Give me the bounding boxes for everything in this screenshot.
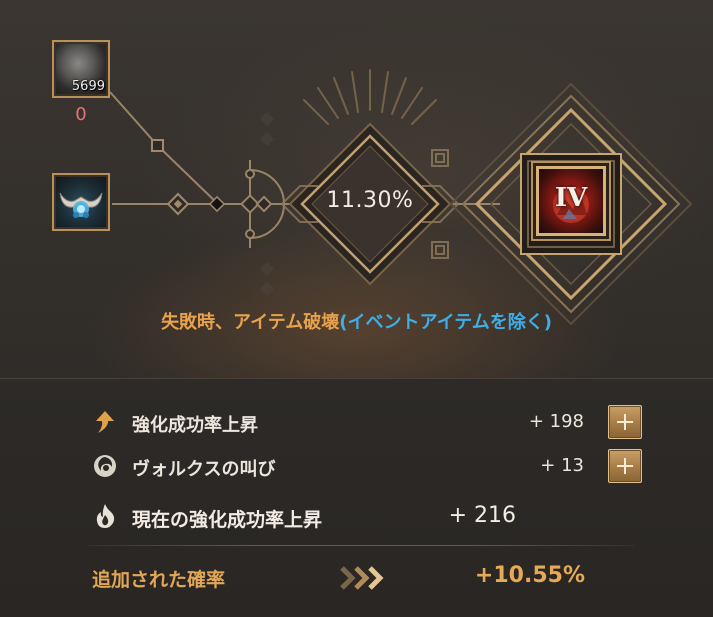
add-volks-cry-button[interactable]: [608, 449, 642, 483]
stat-row-current-rate: 現在の強化成功率上昇 + 216: [92, 499, 644, 533]
event-item-exclusion-text: (イベントアイテムを除く): [339, 312, 552, 333]
light-rays: [303, 69, 437, 125]
flame-icon: [96, 504, 115, 528]
failure-warning: 失敗時、アイテム破壊(イベントアイテムを除く): [0, 308, 713, 334]
enhancement-panel: 5699 0 11.30% IV 失敗時、アイテム破壊(イベントアイテムを除く)…: [0, 0, 713, 617]
stone-owned-count: 0: [75, 104, 87, 125]
success-rate-breakdown: 強化成功率上昇 + 198 ヴォルクスの叫び + 13 現在の強化成功率上昇 +…: [0, 378, 713, 617]
stat-label: 現在の強化成功率上昇: [132, 509, 323, 531]
stat-row-volks-cry: ヴォルクスの叫び + 13: [92, 449, 644, 483]
stat-value: + 198: [528, 411, 584, 432]
horn-item-slot[interactable]: [52, 173, 110, 231]
black-stone-slot[interactable]: 5699: [52, 40, 110, 98]
enhancement-tier: IV: [554, 183, 588, 213]
stone-count: 5699: [71, 79, 105, 94]
divider: [88, 545, 634, 546]
stat-value: + 216: [448, 503, 516, 528]
blue-horned-crystal-icon: [59, 192, 103, 218]
stat-row-enhance-rate: 強化成功率上昇 + 198: [92, 405, 644, 439]
add-enhance-rate-button[interactable]: [608, 405, 642, 439]
path-node-diamond: [166, 192, 190, 216]
added-rate-label: 追加された確率: [92, 569, 226, 591]
stat-label: 強化成功率上昇: [132, 415, 258, 436]
failure-warning-text: 失敗時、アイテム破壊: [161, 312, 340, 333]
stat-value: + 13: [540, 455, 584, 476]
success-rate: 11.30%: [326, 188, 414, 213]
path-node-square: [151, 139, 164, 152]
added-rate-value: +10.55%: [474, 563, 585, 588]
stat-label: ヴォルクスの叫び: [132, 459, 276, 480]
up-arrow-icon: [96, 411, 114, 433]
result-item-slot[interactable]: IV: [536, 166, 606, 236]
chevrons-right-icon: [340, 566, 384, 590]
vortex-emblem-icon: [94, 455, 116, 477]
